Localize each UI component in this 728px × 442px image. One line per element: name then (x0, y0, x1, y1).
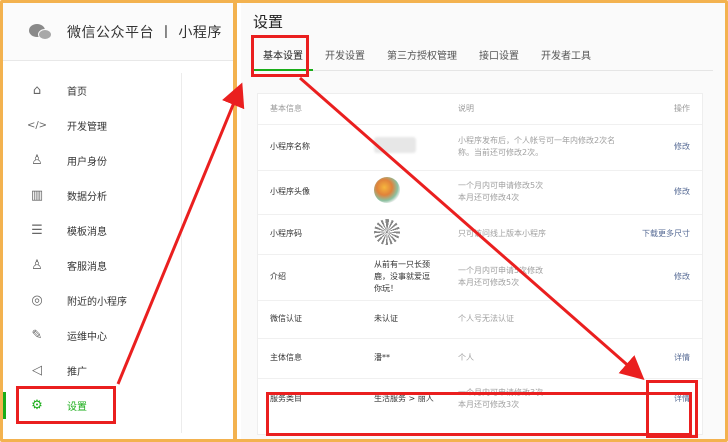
screenshot-frame (0, 0, 728, 442)
